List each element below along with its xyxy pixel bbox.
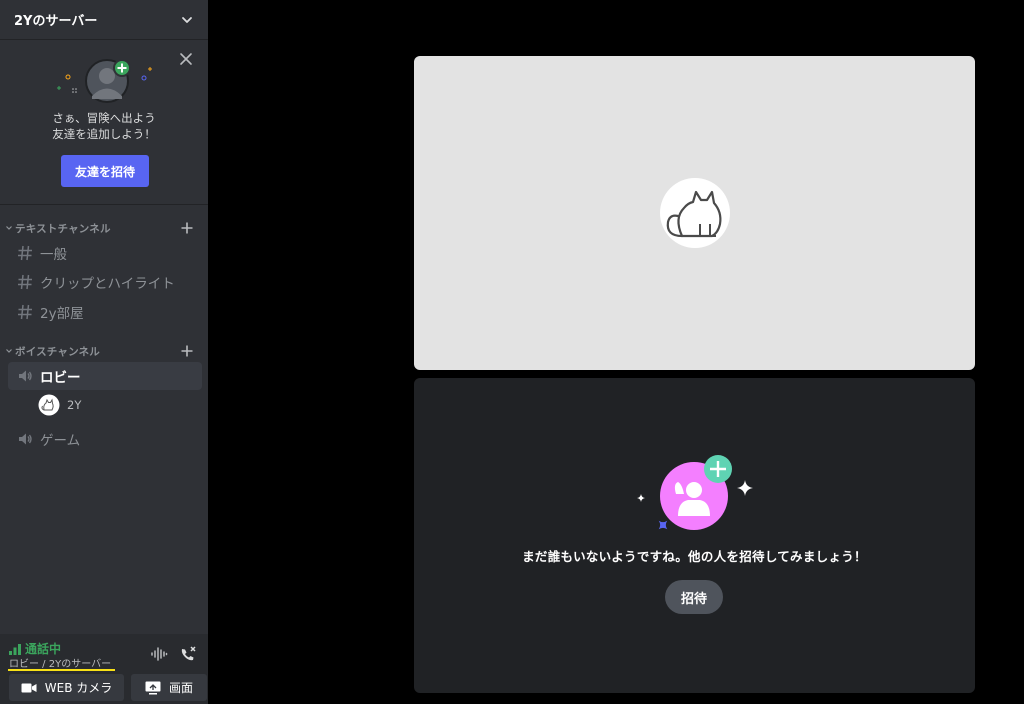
invite-card-text: さぁ、冒険へ出よう 友達を追加しよう！: [0, 110, 208, 142]
channel-voice-game[interactable]: ゲーム: [8, 425, 202, 453]
close-icon[interactable]: [178, 51, 194, 67]
avatar: [660, 178, 730, 248]
channel-label: ゲーム: [40, 433, 81, 449]
empty-state-message: まだ誰もいないようですね。他の人を招待してみましょう！: [522, 549, 867, 564]
chevron-down-icon: [182, 16, 192, 23]
invite-button[interactable]: 招待: [665, 580, 723, 614]
channel-label: ロビー: [40, 370, 81, 386]
camera-icon: [21, 683, 37, 692]
server-header[interactable]: 2Yのサーバー: [0, 0, 208, 40]
disconnect-icon[interactable]: [178, 644, 198, 664]
chevron-down-icon: [6, 349, 12, 353]
category-label: ボイスチャンネル: [15, 345, 100, 358]
add-channel-icon[interactable]: [180, 344, 194, 358]
voice-user-2y[interactable]: 2Y: [38, 393, 198, 417]
category-voice-channels[interactable]: ボイスチャンネル: [0, 342, 208, 360]
channel-label: 一般: [40, 247, 67, 263]
channel-label: 2y部屋: [40, 306, 84, 322]
hashtag-icon: [18, 274, 32, 290]
highlight-underline: [8, 669, 115, 671]
empty-invite-tile: まだ誰もいないようですね。他の人を招待してみましょう！ 招待: [414, 378, 975, 693]
screen-share-label: 画面: [168, 681, 193, 695]
voice-location[interactable]: ロビー / 2Yのサーバー: [9, 655, 111, 670]
invite-card-line1: さぁ、冒険へ出よう: [52, 111, 156, 125]
hashtag-icon: [18, 245, 32, 261]
speaker-icon: [19, 370, 32, 382]
invite-card-line2: 友達を追加しよう！: [52, 127, 156, 141]
screen-share-button[interactable]: 画面: [131, 674, 207, 701]
category-label: テキストチャンネル: [15, 222, 111, 235]
signal-strength-icon: [9, 643, 21, 655]
invite-friends-card: さぁ、冒険へ出よう 友達を追加しよう！ 友達を招待: [0, 41, 208, 205]
channel-sidebar: 2Yのサーバー さぁ、冒険へ出よう 友達を追加しよう！ 友達を招待 テキストチャ…: [0, 0, 208, 704]
add-channel-icon[interactable]: [180, 221, 194, 235]
avatar: [38, 394, 60, 416]
voice-connection-panel: 通話中 ロビー / 2Yのサーバー WEB カメラ 画面: [0, 634, 208, 704]
category-text-channels[interactable]: テキストチャンネル: [0, 219, 208, 237]
chevron-down-icon: [6, 226, 12, 230]
hashtag-icon: [18, 304, 32, 320]
invite-friends-button[interactable]: 友達を招待: [61, 155, 149, 187]
user-video-tile[interactable]: [414, 56, 975, 370]
speaker-icon: [19, 433, 32, 445]
webcam-label: WEB カメラ: [44, 681, 113, 695]
noise-suppression-icon[interactable]: [150, 645, 168, 663]
add-friend-illustration-icon: [57, 59, 152, 103]
channel-label: クリップとハイライト: [40, 276, 175, 292]
invite-people-illustration-icon: [637, 455, 753, 530]
cat-avatar-icon: [666, 190, 722, 238]
channel-text-clips[interactable]: クリップとハイライト: [8, 268, 202, 296]
voice-user-name: 2Y: [67, 398, 82, 412]
server-name: 2Yのサーバー: [14, 14, 98, 29]
channel-text-general[interactable]: 一般: [8, 239, 202, 267]
webcam-button[interactable]: WEB カメラ: [9, 674, 124, 701]
channel-text-2y-room[interactable]: 2y部屋: [8, 298, 202, 326]
channel-voice-lobby[interactable]: ロビー: [8, 362, 202, 390]
screen-share-icon: [145, 681, 161, 694]
